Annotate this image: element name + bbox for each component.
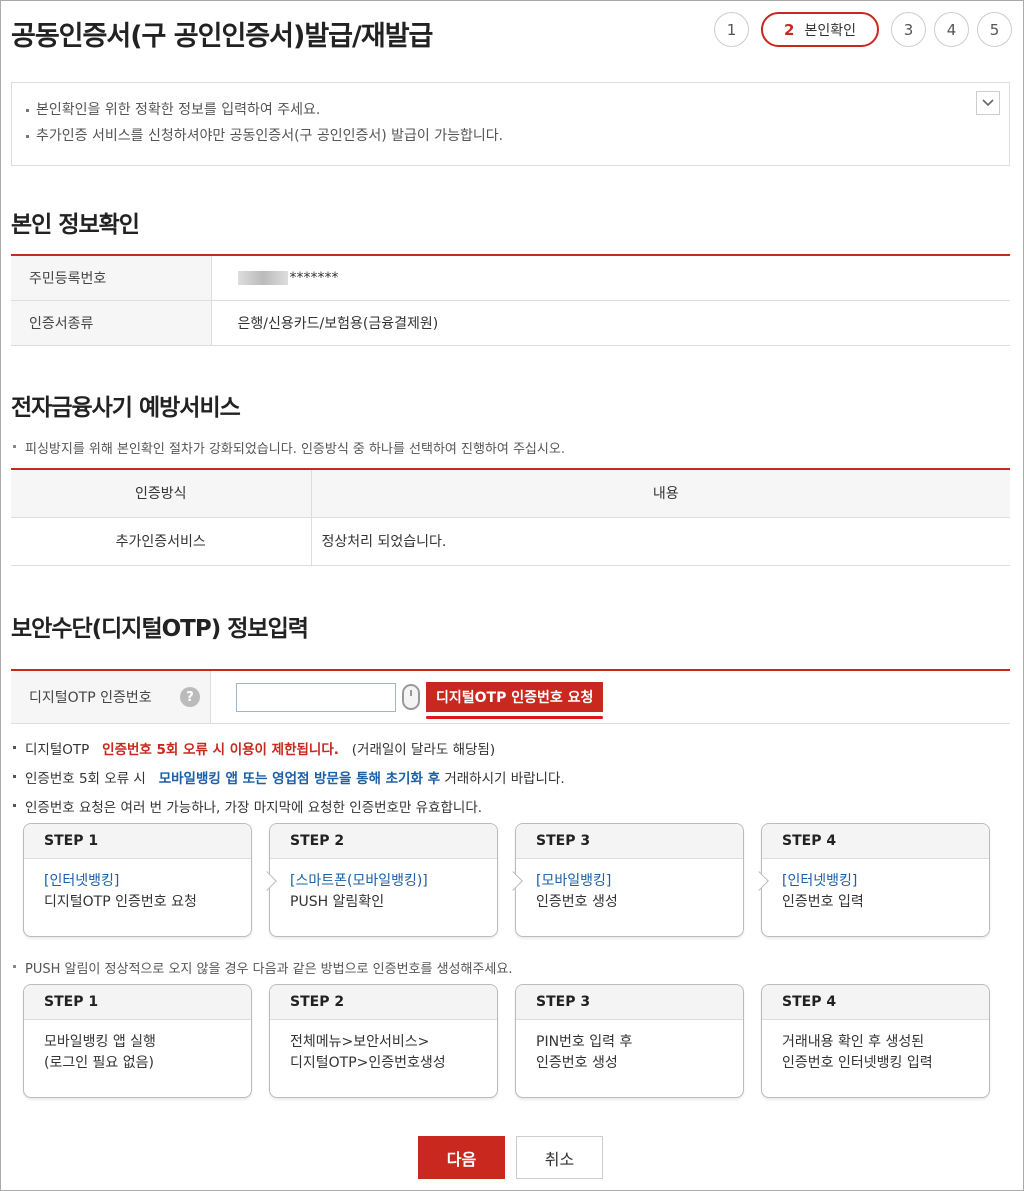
- flow-step-channel: [인터넷뱅킹]: [44, 873, 120, 889]
- method-cell: 추가인증서비스: [11, 517, 312, 566]
- progress-steps: 1 2 본인확인 3 4 5: [714, 12, 1012, 47]
- step-1-indicator: 1: [714, 12, 749, 47]
- otp-form-row: 디지털OTP 인증번호 ? 디지털OTP 인증번호 요청: [11, 669, 1010, 724]
- flow-step-text: 전체메뉴>보안서비스>: [290, 1034, 430, 1050]
- flow-step-header: STEP 1: [24, 824, 251, 859]
- flow-step-text: 인증번호 입력: [782, 894, 864, 910]
- otp-label-cell: 디지털OTP 인증번호 ?: [11, 671, 211, 723]
- flow-step-box: STEP 2 전체메뉴>보안서비스> 디지털OTP>인증번호생성: [269, 984, 498, 1098]
- push-notice: PUSH 알림이 정상적으로 오지 않을 경우 다음과 같은 방법으로 인증번호…: [11, 958, 512, 977]
- flow-step-text: 거래내용 확인 후 생성된: [782, 1034, 925, 1050]
- flow-step-body: [모바일뱅킹] 인증번호 생성: [516, 859, 743, 925]
- flow-step-header: STEP 2: [270, 824, 497, 859]
- flow-step-text: (로그인 필요 없음): [44, 1055, 154, 1071]
- rrn-value: *******: [289, 269, 339, 286]
- warning-text: 거래하시기 바랍니다.: [444, 771, 565, 787]
- flow-step-text: 디지털OTP>인증번호생성: [290, 1055, 446, 1071]
- identity-section-title: 본인 정보확인: [11, 212, 140, 238]
- flow-step-body: 모바일뱅킹 앱 실행 (로그인 필요 없음): [24, 1020, 251, 1086]
- otp-input-cell: 디지털OTP 인증번호 요청: [211, 671, 1010, 723]
- flow-step-channel: [모바일뱅킹]: [536, 873, 612, 889]
- flow-step-text: 모바일뱅킹 앱 실행: [44, 1034, 156, 1050]
- table-row: 추가인증서비스 정상처리 되었습니다.: [11, 517, 1010, 566]
- focus-underline: [426, 716, 604, 719]
- push-fallback-steps: STEP 1 모바일뱅킹 앱 실행 (로그인 필요 없음) STEP 2 전체메…: [23, 984, 990, 1098]
- otp-field-label: 디지털OTP 인증번호: [29, 690, 152, 706]
- flow-step-box: STEP 3 PIN번호 입력 후 인증번호 생성: [515, 984, 744, 1098]
- table-row: 인증서종류 은행/신용카드/보험용(금융결제원): [11, 300, 1010, 346]
- flow-step-body: [스마트폰(모바일뱅킹)] PUSH 알림확인: [270, 859, 497, 925]
- chevron-down-icon[interactable]: [976, 91, 1000, 115]
- otp-warning-3: 인증번호 요청은 여러 번 가능하나, 가장 마지막에 요청한 인증번호만 유효…: [11, 796, 482, 816]
- flow-step-header: STEP 3: [516, 824, 743, 859]
- flow-step-channel: [인터넷뱅킹]: [782, 873, 858, 889]
- auth-method-table: 인증방식 내용 추가인증서비스 정상처리 되었습니다.: [11, 468, 1010, 566]
- step-5-indicator: 5: [977, 12, 1012, 47]
- next-button[interactable]: 다음: [418, 1136, 505, 1179]
- flow-step-header: STEP 4: [762, 985, 989, 1020]
- column-header-method: 인증방식: [11, 469, 312, 518]
- notice-line: 본인확인을 위한 정확한 정보를 입력하여 주세요.: [24, 97, 997, 123]
- otp-warning-1: 디지털OTP 인증번호 5회 오류 시 이용이 제한됩니다. (거래일이 달라도…: [11, 738, 495, 758]
- warning-highlight: 인증번호 5회 오류 시 이용이 제한됩니다.: [102, 742, 339, 758]
- warning-text: (거래일이 달라도 해당됨): [351, 742, 496, 758]
- flow-step-header: STEP 2: [270, 985, 497, 1020]
- flow-step-text: PUSH 알림확인: [290, 894, 385, 910]
- flow-step-header: STEP 3: [516, 985, 743, 1020]
- flow-step-body: [인터넷뱅킹] 디지털OTP 인증번호 요청: [24, 859, 251, 925]
- flow-step-box: STEP 4 [인터넷뱅킹] 인증번호 입력: [749, 823, 990, 937]
- cancel-button[interactable]: 취소: [516, 1136, 603, 1179]
- step-2-number: 2: [784, 20, 795, 39]
- otp-flow-steps: STEP 1 [인터넷뱅킹] 디지털OTP 인증번호 요청 STEP 2 [스마…: [23, 823, 990, 937]
- flow-step-body: [인터넷뱅킹] 인증번호 입력: [762, 859, 989, 925]
- flow-step-box: STEP 3 [모바일뱅킹] 인증번호 생성: [503, 823, 744, 937]
- flow-step-body: 거래내용 확인 후 생성된 인증번호 인터넷뱅킹 입력: [762, 1020, 989, 1086]
- notice-box: 본인확인을 위한 정확한 정보를 입력하여 주세요. 추가인증 서비스를 신청하…: [11, 82, 1010, 166]
- flow-step-body: PIN번호 입력 후 인증번호 생성: [516, 1020, 743, 1086]
- flow-step-box: STEP 4 거래내용 확인 후 생성된 인증번호 인터넷뱅킹 입력: [761, 984, 990, 1098]
- help-icon[interactable]: ?: [180, 687, 200, 707]
- notice-line: 추가인증 서비스를 신청하셔야만 공동인증서(구 공인인증서) 발급이 가능합니…: [24, 123, 997, 149]
- step-3-indicator: 3: [891, 12, 926, 47]
- flow-step-box: STEP 2 [스마트폰(모바일뱅킹)] PUSH 알림확인: [257, 823, 498, 937]
- flow-step-box: STEP 1 모바일뱅킹 앱 실행 (로그인 필요 없음): [23, 984, 252, 1098]
- warning-text: 인증번호 5회 오류 시: [25, 771, 146, 787]
- column-header-content: 내용: [311, 469, 1010, 518]
- identity-table: 주민등록번호 ******* 인증서종류 은행/신용카드/보험용(금융결제원): [11, 254, 1010, 346]
- otp-request-button-label: 디지털OTP 인증번호 요청: [436, 690, 594, 706]
- rrn-label: 주민등록번호: [11, 255, 212, 301]
- cert-type-value: 은행/신용카드/보험용(금융결제원): [211, 300, 1010, 346]
- flow-step-box: STEP 1 [인터넷뱅킹] 디지털OTP 인증번호 요청: [23, 823, 252, 937]
- table-header-row: 인증방식 내용: [11, 469, 1010, 518]
- flow-step-text: 인증번호 인터넷뱅킹 입력: [782, 1055, 933, 1071]
- otp-code-input[interactable]: [236, 682, 396, 712]
- step-2-indicator-active: 2 본인확인: [761, 12, 879, 47]
- flow-step-body: 전체메뉴>보안서비스> 디지털OTP>인증번호생성: [270, 1020, 497, 1086]
- rrn-value-cell: *******: [211, 255, 1010, 301]
- otp-section-title: 보안수단(디지털OTP) 정보입력: [11, 616, 309, 642]
- warning-highlight: 모바일뱅킹 앱 또는 영업점 방문을 통해 초기화 후: [158, 771, 441, 787]
- flow-step-text: 인증번호 생성: [536, 1055, 618, 1071]
- flow-step-text: 디지털OTP 인증번호 요청: [44, 894, 197, 910]
- table-row: 주민등록번호 *******: [11, 255, 1010, 301]
- flow-step-text: 인증번호 생성: [536, 894, 618, 910]
- flow-step-header: STEP 1: [24, 985, 251, 1020]
- flow-step-header: STEP 4: [762, 824, 989, 859]
- cert-type-label: 인증서종류: [11, 300, 212, 346]
- page-title: 공동인증서(구 공인인증서)발급/재발급: [11, 21, 433, 52]
- masked-rrn-prefix: [237, 270, 288, 285]
- step-2-label: 본인확인: [804, 22, 856, 39]
- content-cell: 정상처리 되었습니다.: [311, 517, 1010, 566]
- otp-request-button[interactable]: 디지털OTP 인증번호 요청: [426, 682, 604, 719]
- fraud-section-title: 전자금융사기 예방서비스: [11, 395, 241, 421]
- flow-step-text: PIN번호 입력 후: [536, 1034, 633, 1050]
- flow-step-channel: [스마트폰(모바일뱅킹)]: [290, 873, 428, 889]
- warning-text: 디지털OTP: [25, 742, 90, 758]
- otp-warning-2: 인증번호 5회 오류 시 모바일뱅킹 앱 또는 영업점 방문을 통해 초기화 후…: [11, 767, 565, 787]
- step-4-indicator: 4: [934, 12, 969, 47]
- mouse-icon[interactable]: [402, 684, 420, 710]
- fraud-description: 피싱방지를 위해 본인확인 절차가 강화되었습니다. 인증방식 중 하나를 선택…: [11, 438, 565, 457]
